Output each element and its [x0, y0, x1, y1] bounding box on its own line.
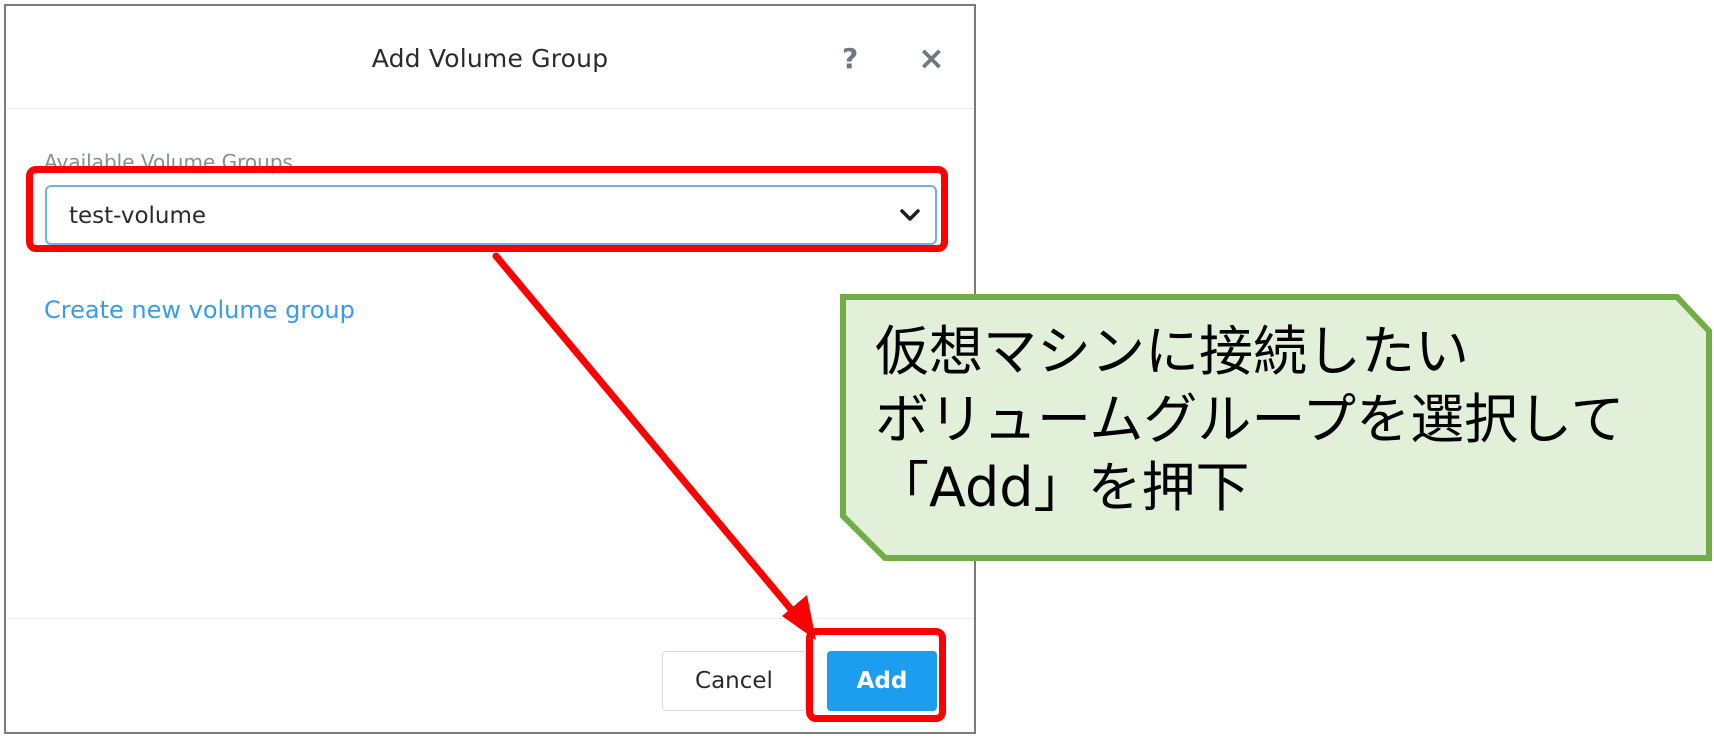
- annotation-line-2: ボリュームグループを選択して: [875, 388, 1625, 451]
- annotation-text: 仮想マシンに接続したい ボリュームグループを選択して 「Add」を押下: [875, 318, 1625, 522]
- close-icon[interactable]: ×: [918, 39, 945, 77]
- dialog-header: Add Volume Group ? ×: [6, 6, 974, 109]
- dialog-title: Add Volume Group: [371, 44, 609, 73]
- cancel-button[interactable]: Cancel: [662, 651, 806, 711]
- add-volume-group-dialog: Add Volume Group ? × Available Volume Gr…: [4, 4, 976, 734]
- create-new-volume-group-link[interactable]: Create new volume group: [44, 296, 355, 324]
- annotation-line-3: 「Add」を押下: [875, 456, 1250, 519]
- help-icon[interactable]: ?: [842, 42, 858, 75]
- select-highlight-box: [26, 166, 948, 252]
- add-button-highlight-box: [806, 628, 946, 722]
- annotation-line-1: 仮想マシンに接続したい: [875, 320, 1469, 383]
